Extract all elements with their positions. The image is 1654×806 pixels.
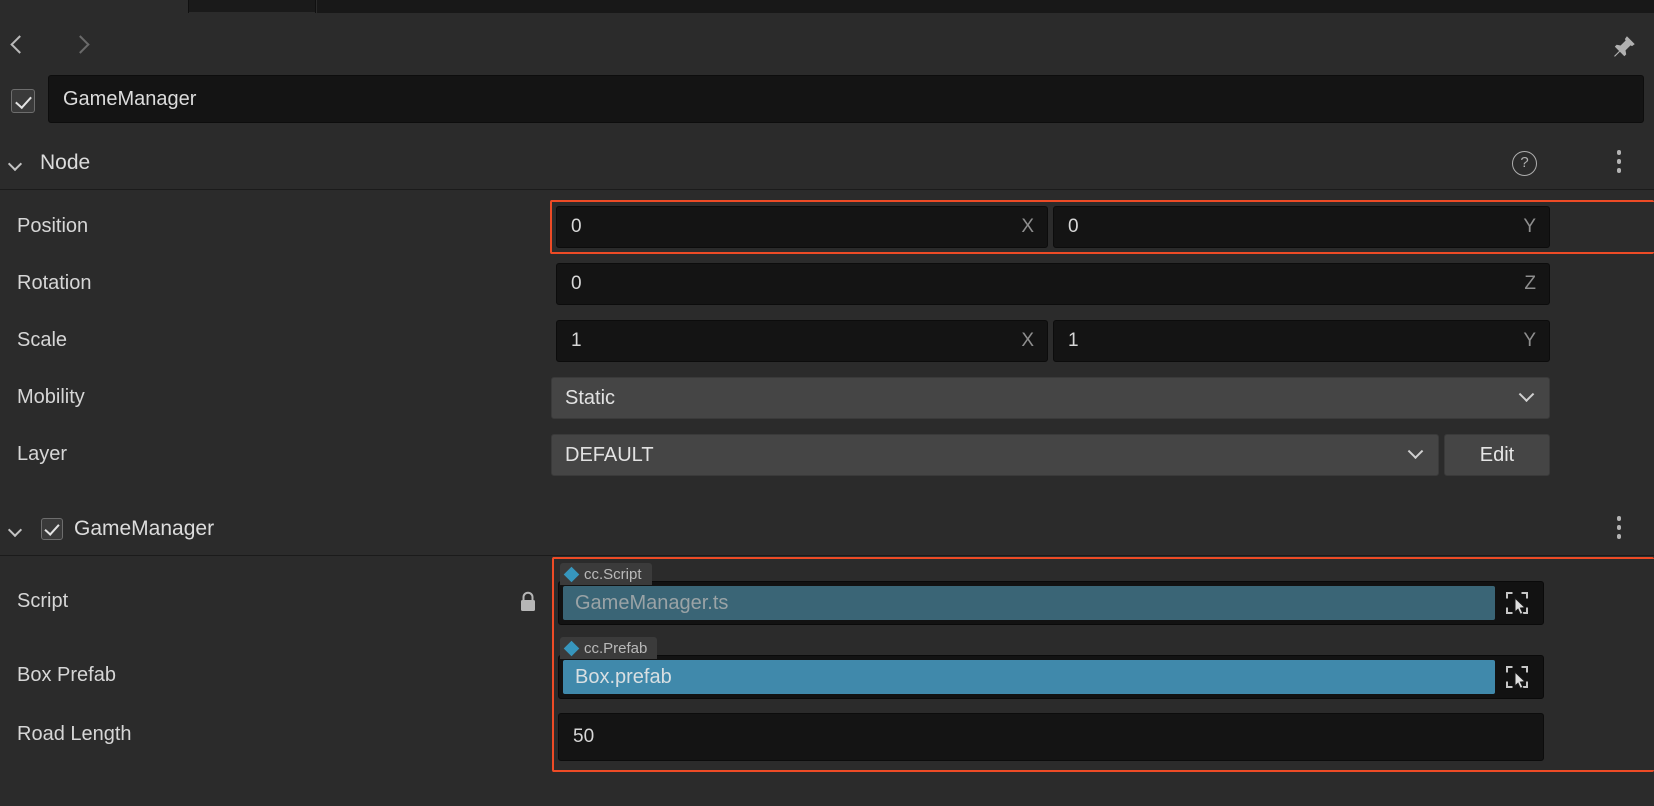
road-length-label: Road Length — [17, 723, 132, 745]
position-y-input[interactable]: 0 Y — [1053, 206, 1550, 248]
scale-x-axis-label: X — [1021, 330, 1034, 351]
asset-diamond-icon — [563, 640, 580, 656]
inspector-navbar — [0, 13, 1654, 75]
rotation-label: Rotation — [17, 272, 92, 294]
position-y-value: 0 — [1068, 216, 1079, 237]
box-prefab-asset-box[interactable]: Box.prefab — [558, 655, 1544, 699]
node-section-header[interactable]: Node ? — [0, 138, 1654, 190]
position-label: Position — [17, 215, 89, 237]
lock-icon — [518, 591, 538, 613]
chevron-left-icon — [9, 34, 29, 54]
chevron-down-icon — [1407, 442, 1424, 459]
layer-edit-label: Edit — [1479, 443, 1515, 466]
node-enabled-checkbox[interactable] — [11, 89, 35, 113]
layer-value: DEFAULT — [565, 443, 654, 466]
road-length-value: 50 — [573, 726, 595, 747]
position-x-axis-label: X — [1021, 216, 1034, 237]
nav-back-button[interactable] — [4, 29, 34, 59]
script-locate-button[interactable] — [1495, 586, 1539, 620]
tab-inactive-partial[interactable] — [317, 0, 1654, 13]
scale-y-axis-label: Y — [1523, 330, 1536, 351]
layer-select[interactable]: DEFAULT — [551, 434, 1439, 476]
nav-forward-button[interactable] — [65, 29, 95, 59]
pin-button[interactable] — [1610, 33, 1638, 61]
script-asset-value[interactable]: GameManager.ts — [563, 586, 1495, 620]
kebab-dot — [1616, 516, 1622, 521]
chevron-right-icon — [70, 34, 90, 54]
scale-y-input[interactable]: 1 Y — [1053, 320, 1550, 362]
mobility-select[interactable]: Static — [551, 377, 1550, 419]
position-y-axis-label: Y — [1523, 216, 1536, 237]
script-type-tag: cc.Script — [560, 563, 652, 585]
select-target-icon — [1506, 592, 1528, 615]
node-section-title: Node — [40, 151, 91, 174]
pin-icon — [1614, 36, 1635, 57]
box-prefab-asset-value[interactable]: Box.prefab — [563, 660, 1495, 694]
road-length-input[interactable]: 50 — [558, 713, 1544, 761]
collapse-arrow-icon[interactable] — [7, 522, 25, 540]
node-name-value: GameManager — [63, 87, 197, 110]
tab-strip — [0, 0, 1654, 13]
tab-active-partial[interactable] — [188, 0, 316, 13]
kebab-dot — [1616, 525, 1622, 530]
box-prefab-locate-button[interactable] — [1495, 660, 1539, 694]
kebab-dot — [1616, 150, 1622, 155]
script-label: Script — [17, 590, 69, 612]
position-x-input[interactable]: 0 X — [556, 206, 1048, 248]
scale-label: Scale — [17, 329, 68, 351]
rotation-z-axis-label: Z — [1524, 273, 1536, 294]
component-section-title: GameManager — [74, 517, 215, 540]
node-name-row: GameManager — [0, 75, 1654, 127]
collapse-arrow-icon[interactable] — [7, 156, 25, 174]
script-asset-box[interactable]: GameManager.ts — [558, 581, 1544, 625]
asset-diamond-icon — [563, 566, 580, 582]
layer-label: Layer — [17, 443, 68, 465]
box-prefab-type-tag: cc.Prefab — [560, 637, 658, 659]
chevron-down-icon — [1518, 385, 1535, 402]
kebab-dot — [1616, 159, 1622, 164]
kebab-dot — [1616, 168, 1622, 173]
position-x-value: 0 — [571, 216, 582, 237]
rotation-z-value: 0 — [571, 273, 582, 294]
rotation-z-input[interactable]: 0 Z — [556, 263, 1550, 305]
mobility-value: Static — [565, 386, 616, 409]
scale-x-value: 1 — [571, 330, 582, 351]
script-type-tag-label: cc.Script — [584, 565, 642, 583]
box-prefab-label: Box Prefab — [17, 664, 116, 686]
scale-x-input[interactable]: 1 X — [556, 320, 1048, 362]
component-menu-button[interactable] — [1608, 516, 1630, 544]
component-section-header[interactable]: GameManager — [0, 504, 1654, 556]
scale-y-value: 1 — [1068, 330, 1079, 351]
component-enabled-checkbox[interactable] — [41, 518, 63, 540]
help-circle-icon[interactable]: ? — [1512, 151, 1537, 176]
mobility-label: Mobility — [17, 386, 85, 408]
layer-edit-button[interactable]: Edit — [1444, 434, 1550, 476]
node-menu-button[interactable] — [1608, 150, 1630, 178]
kebab-dot — [1616, 534, 1622, 539]
node-name-input[interactable]: GameManager — [48, 75, 1644, 123]
box-prefab-type-tag-label: cc.Prefab — [584, 639, 648, 657]
select-target-icon — [1506, 666, 1528, 689]
